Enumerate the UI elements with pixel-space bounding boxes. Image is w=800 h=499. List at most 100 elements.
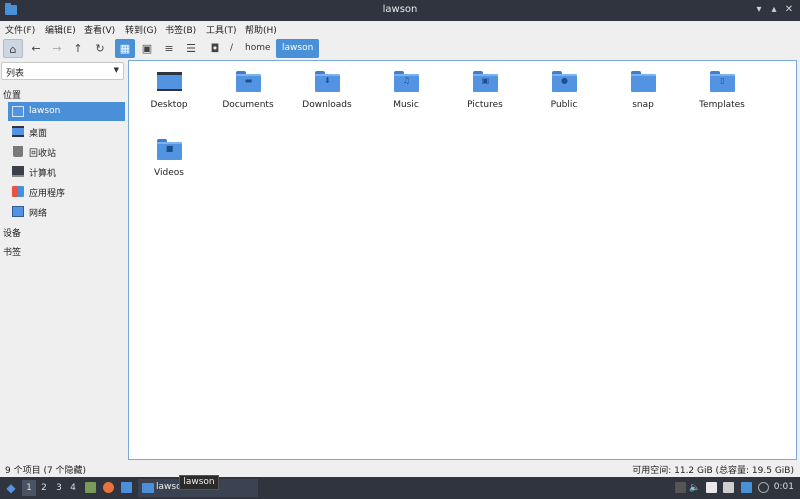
menu-bookmarks[interactable]: 书签(B)	[165, 23, 196, 36]
menu-file[interactable]: 文件(F)	[5, 23, 35, 36]
detailed-list-view-button[interactable]: ☰	[181, 39, 201, 58]
minimize-icon[interactable]: ▾	[752, 3, 766, 17]
file-name: Desktop	[150, 100, 188, 110]
workspace-4[interactable]: 4	[66, 480, 80, 496]
file-item-pictures[interactable]: ▣ Pictures	[446, 64, 524, 124]
file-name: Templates	[699, 100, 745, 110]
clipboard-icon[interactable]	[706, 482, 717, 493]
workspace-3[interactable]: 3	[52, 480, 66, 496]
sidebar-view-select[interactable]: 列表 ▼	[1, 62, 124, 80]
file-name: Documents	[222, 100, 274, 110]
start-menu-icon[interactable]: ◆	[3, 480, 19, 496]
templates-folder-icon: ▯	[710, 71, 735, 92]
music-folder-icon: ♫	[394, 71, 419, 92]
file-manager-launcher-icon[interactable]	[85, 482, 96, 493]
applications-icon	[12, 186, 24, 197]
compact-view-button[interactable]: ≡	[159, 39, 179, 58]
sidebar-item-network[interactable]: 网络	[8, 202, 125, 221]
clock: 0:01	[773, 482, 794, 492]
sidebar-view-value: 列表	[6, 69, 25, 79]
up-arrow-icon[interactable]: ↑	[68, 39, 88, 58]
videos-folder-icon: ■	[157, 139, 182, 160]
sidebar-item-computer[interactable]: 计算机	[8, 162, 125, 181]
keyboard-icon[interactable]	[675, 482, 686, 493]
file-name: Pictures	[467, 100, 503, 110]
file-item-downloads[interactable]: ⬇ Downloads	[288, 64, 366, 124]
network-icon	[12, 206, 24, 217]
menu-tools[interactable]: 工具(T)	[206, 23, 237, 36]
thumbnail-view-button[interactable]: ▣	[137, 39, 157, 58]
file-item-documents[interactable]: ▬ Documents	[209, 64, 287, 124]
menu-go[interactable]: 转到(G)	[125, 23, 157, 36]
file-item-templates[interactable]: ▯ Templates	[683, 64, 761, 124]
public-folder-icon: ●	[552, 71, 577, 92]
drive-icon[interactable]: ◘	[205, 39, 225, 58]
path-button-lawson[interactable]: lawson	[276, 39, 320, 58]
computer-icon	[12, 166, 24, 177]
sidebar-item-label: 应用程序	[29, 189, 66, 199]
status-free-space: 可用空间: 11.2 GiB (总容量: 19.5 GiB)	[632, 466, 794, 476]
trash-icon	[13, 146, 23, 157]
workspace-1[interactable]: 1	[22, 480, 36, 496]
home-folder-icon	[12, 106, 24, 117]
file-name: Downloads	[302, 100, 352, 110]
window-titlebar[interactable]: lawson ▾ ▴ ✕	[0, 0, 800, 21]
reload-icon[interactable]: ↻	[90, 39, 110, 58]
file-name: snap	[632, 100, 654, 110]
sidebar: 列表 ▼ 位置 lawson 桌面 回收站 计算机 应用程序 网络 设备 书签	[0, 60, 126, 460]
workspace-2[interactable]: 2	[37, 480, 51, 496]
sidebar-item-applications[interactable]: 应用程序	[8, 182, 125, 201]
icon-view-button[interactable]: ▦	[115, 39, 135, 58]
sidebar-item-desktop[interactable]: 桌面	[8, 122, 125, 141]
file-item-snap[interactable]: snap	[604, 64, 682, 124]
folder-launcher-icon[interactable]	[121, 482, 132, 493]
network-status-icon[interactable]	[758, 482, 769, 493]
maximize-icon[interactable]: ▴	[767, 3, 781, 17]
menubar: 文件(F) 编辑(E) 查看(V) 转到(G) 书签(B) 工具(T) 帮助(H…	[0, 21, 800, 38]
file-item-desktop[interactable]: Desktop	[130, 64, 208, 124]
desktop-folder-icon	[157, 71, 182, 92]
sidebar-item-label: 网络	[29, 209, 48, 219]
taskbar: ◆ 1 2 3 4 lawson 🔈 0:01	[0, 477, 800, 499]
statusbar: 9 个项目 (7 个隐藏) 可用空间: 11.2 GiB (总容量: 19.5 …	[0, 460, 800, 477]
notes-icon[interactable]	[723, 482, 734, 493]
places-toggle-button[interactable]: ⌂	[3, 39, 23, 58]
close-icon[interactable]: ✕	[782, 3, 796, 17]
devices-heading: 设备	[3, 229, 22, 239]
forward-arrow-icon[interactable]: →	[47, 39, 67, 58]
menu-edit[interactable]: 编辑(E)	[45, 23, 76, 36]
path-separator: /	[230, 43, 234, 53]
file-view[interactable]: Desktop ▬ Documents ⬇ Downloads ♫ Music …	[128, 60, 797, 460]
back-arrow-icon[interactable]: ←	[26, 39, 46, 58]
file-item-public[interactable]: ● Public	[525, 64, 603, 124]
firefox-icon[interactable]	[103, 482, 114, 493]
pictures-folder-icon: ▣	[473, 71, 498, 92]
downloads-folder-icon: ⬇	[315, 71, 340, 92]
toolbar: ⌂ ← → ↑ ↻ ▦ ▣ ≡ ☰ ◘ / home lawson	[0, 38, 800, 60]
file-item-music[interactable]: ♫ Music	[367, 64, 445, 124]
sidebar-item-label: 计算机	[29, 169, 57, 179]
bookmarks-heading: 书签	[3, 248, 22, 258]
sidebar-item-home[interactable]: lawson	[8, 102, 125, 121]
path-button-home[interactable]: home	[239, 39, 277, 58]
documents-folder-icon: ▬	[236, 71, 261, 92]
chevron-down-icon: ▼	[113, 66, 119, 74]
window-title: lawson	[382, 4, 418, 15]
folder-icon	[142, 483, 154, 493]
file-name: Videos	[154, 168, 184, 178]
volume-icon[interactable]: 🔈	[689, 480, 701, 496]
sidebar-item-label: lawson	[29, 106, 61, 116]
sidebar-item-label: 回收站	[29, 149, 57, 159]
places-heading: 位置	[3, 91, 22, 101]
menu-help[interactable]: 帮助(H)	[245, 23, 277, 36]
status-item-count: 9 个项目 (7 个隐藏)	[5, 466, 87, 476]
menu-view[interactable]: 查看(V)	[84, 23, 115, 36]
display-icon[interactable]	[741, 482, 752, 493]
sidebar-item-trash[interactable]: 回收站	[8, 142, 125, 161]
tooltip: lawson	[179, 475, 219, 490]
desktop-icon	[12, 126, 24, 137]
file-name: Public	[550, 100, 578, 110]
file-item-videos[interactable]: ■ Videos	[130, 132, 208, 192]
sidebar-item-label: 桌面	[29, 129, 48, 139]
file-name: Music	[393, 100, 419, 110]
